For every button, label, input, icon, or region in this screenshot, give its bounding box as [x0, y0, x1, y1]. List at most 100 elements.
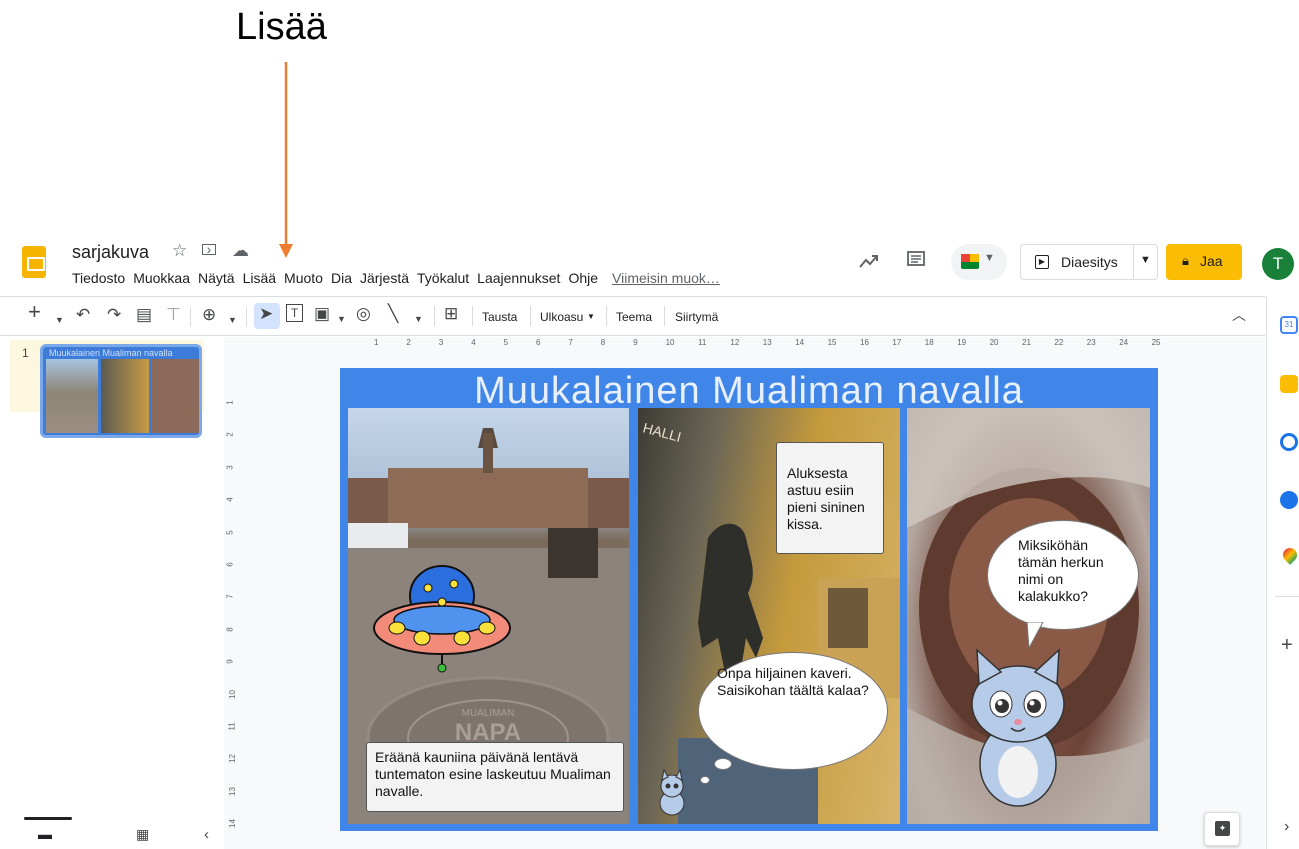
ruler-tick-label: 5: [225, 529, 235, 535]
ruler-tick-label: 5: [503, 338, 509, 347]
thought-bubble-panel-2[interactable]: Onpa hiljainen kaveri. Saisikohan täältä…: [698, 652, 888, 770]
lock-icon: 🔒︎: [1182, 253, 1189, 268]
menu-insert[interactable]: Lisää: [243, 270, 276, 286]
menu-arrange[interactable]: Järjestä: [360, 270, 409, 286]
meet-icon: [961, 254, 979, 269]
activity-trend-icon[interactable]: [858, 252, 880, 270]
collapse-filmstrip-icon[interactable]: ‹: [204, 826, 209, 843]
undo-icon[interactable]: ↶: [76, 305, 90, 325]
new-slide-icon[interactable]: +: [28, 301, 41, 323]
ruler-tick-label: 7: [568, 338, 573, 347]
ruler-tick-label: 10: [665, 338, 675, 347]
ruler-tick-label: 13: [227, 786, 237, 796]
blue-cat-drawing[interactable]: [953, 644, 1083, 814]
ruler-tick-label: 1: [225, 400, 235, 405]
share-button[interactable]: 🔒︎ Jaa: [1166, 244, 1242, 280]
speaker-notes-icon: ✦: [1215, 821, 1230, 836]
speaker-notes-button[interactable]: ✦: [1204, 812, 1240, 846]
menu-extensions[interactable]: Laajennukset: [477, 270, 560, 286]
contacts-icon[interactable]: [1280, 491, 1298, 509]
text-box-icon[interactable]: T: [286, 304, 303, 322]
slide-thumbnail[interactable]: Muukalainen Mualiman navalla: [40, 344, 202, 438]
grid-view-icon[interactable]: ▦: [136, 826, 149, 843]
line-chevron-icon[interactable]: ▼: [414, 309, 423, 329]
ruler-tick-label: 1: [374, 338, 379, 347]
ruler-tick-label: 17: [892, 338, 902, 347]
scroll-caption-panel-2[interactable]: Aluksesta astuu esiin pieni sininen kiss…: [776, 442, 884, 554]
vertical-ruler[interactable]: 1 2 3 4 5 6 7 8 9 10 11 12 13 14: [226, 370, 238, 830]
new-slide-chevron-icon[interactable]: ▼: [55, 310, 64, 330]
ruler-tick-label: 3: [225, 465, 235, 470]
layout-button[interactable]: Ulkoasu: [540, 310, 583, 324]
image-icon[interactable]: ▣: [314, 304, 330, 324]
transition-button[interactable]: Siirtymä: [675, 310, 718, 324]
ruler-tick-label: 16: [860, 338, 869, 347]
insert-comment-icon[interactable]: ⊞: [444, 304, 458, 324]
document-title[interactable]: sarjakuva: [72, 242, 149, 263]
paint-format-icon[interactable]: ⊤: [166, 305, 181, 325]
comic-panel-2[interactable]: HALLI Aluksesta astuu esiin pieni sinine…: [638, 408, 900, 824]
tasks-icon[interactable]: [1280, 433, 1298, 451]
move-folder-icon[interactable]: ›: [202, 242, 216, 256]
select-cursor-icon[interactable]: ➤: [259, 304, 273, 324]
menu-view[interactable]: Näytä: [198, 270, 235, 286]
menu-slide[interactable]: Dia: [331, 270, 352, 286]
calendar-icon[interactable]: 31: [1280, 316, 1298, 334]
background-button[interactable]: Tausta: [482, 310, 517, 324]
shape-icon[interactable]: ◎: [356, 304, 371, 324]
ruler-tick-label: 2: [225, 432, 235, 438]
layout-chevron-icon[interactable]: ▼: [587, 312, 595, 321]
slide-title[interactable]: Muukalainen Mualiman navalla: [340, 370, 1158, 413]
ruler-tick-label: 7: [225, 594, 235, 600]
ufo-drawing[interactable]: [372, 558, 522, 678]
ruler-tick-label: 12: [227, 754, 237, 764]
ruler-tick-label: 20: [989, 338, 999, 347]
line-icon[interactable]: ╲: [388, 304, 398, 324]
menu-file[interactable]: Tiedosto: [72, 270, 125, 286]
collapse-toolbar-chevron-icon[interactable]: ︿: [1232, 305, 1246, 325]
expand-side-panel-icon[interactable]: ›: [1284, 818, 1289, 836]
menu-tools[interactable]: Työkalut: [417, 270, 469, 286]
ground-text-small: MUALIMAN: [462, 708, 515, 719]
ruler-tick-label: 13: [762, 338, 772, 347]
ruler-tick-label: 3: [438, 338, 444, 347]
theme-button[interactable]: Teema: [616, 310, 652, 324]
thumbnail-title: Muukalainen Mualiman navalla: [49, 348, 173, 358]
ruler-tick-label: 14: [227, 819, 237, 829]
ruler-tick-label: 18: [924, 338, 934, 347]
redo-icon[interactable]: ↷: [107, 305, 121, 325]
cloud-status-icon[interactable]: ☁: [232, 241, 249, 261]
small-cat-drawing[interactable]: [652, 768, 692, 818]
zoom-chevron-icon[interactable]: ▼: [228, 310, 237, 330]
meet-button[interactable]: ▼: [951, 244, 1007, 280]
ruler-tick-label: 14: [795, 338, 805, 347]
comic-panel-3[interactable]: Miksiköhän tämän herkun nimi on kalakukk…: [907, 408, 1150, 824]
ruler-tick-label: 10: [227, 689, 237, 699]
present-button[interactable]: ▶ Diaesitys ▼: [1020, 244, 1158, 280]
avatar[interactable]: T: [1262, 248, 1294, 280]
ruler-tick-label: 9: [633, 338, 638, 347]
slide-canvas[interactable]: Muukalainen Mualiman navalla MUALIMAN NA…: [340, 368, 1158, 831]
present-options-chevron-icon[interactable]: ▼: [1140, 254, 1151, 266]
horizontal-ruler[interactable]: 1 2 3 4 5 6 7 8 9 10 11 12 13 14 15 16 17 18 19 20 21 22 23 24 2…: [340, 337, 1161, 349]
filmstrip-view-icon[interactable]: ▬: [38, 826, 52, 842]
slides-logo-icon[interactable]: [22, 246, 46, 278]
comic-panel-1[interactable]: MUALIMAN NAPA Eräänä kauniina päivänä le…: [348, 408, 629, 824]
star-icon[interactable]: ☆: [172, 241, 187, 261]
menu-help[interactable]: Ohje: [568, 270, 598, 286]
add-icon[interactable]: +: [1281, 634, 1293, 657]
comments-icon[interactable]: [906, 250, 926, 270]
slide-number: 1: [22, 346, 29, 360]
annotation-label: Lisää: [236, 6, 327, 48]
speech-bubble-panel-3[interactable]: Miksiköhän tämän herkun nimi on kalakukk…: [987, 520, 1139, 630]
ruler-tick-label: 19: [957, 338, 967, 347]
zoom-icon[interactable]: ⊕: [202, 305, 216, 325]
menu-format[interactable]: Muoto: [284, 270, 323, 286]
image-chevron-icon[interactable]: ▼: [337, 309, 346, 329]
keep-icon[interactable]: [1280, 375, 1298, 393]
print-icon[interactable]: ▤: [136, 305, 152, 325]
last-edit-link[interactable]: Viimeisin muok…: [612, 270, 720, 286]
menu-edit[interactable]: Muokkaa: [133, 270, 190, 286]
ruler-tick-label: 23: [1086, 338, 1096, 347]
caption-scroll-panel-1[interactable]: Eräänä kauniina päivänä lentävä tuntemat…: [366, 742, 624, 812]
